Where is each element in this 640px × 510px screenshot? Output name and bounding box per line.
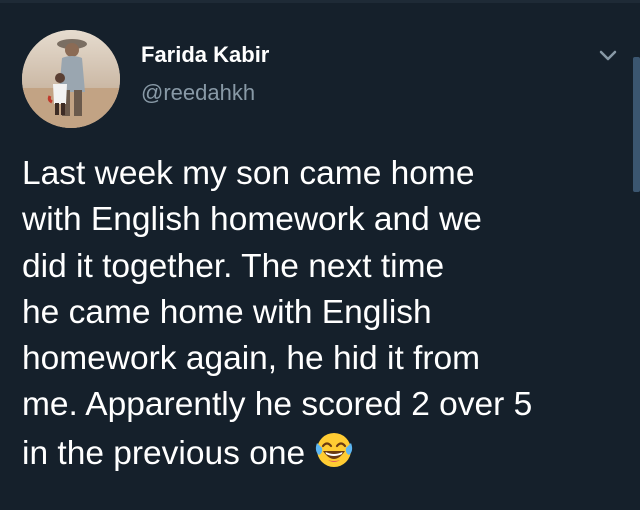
tweet-screen: Farida Kabir @reedahkh Last week my son … — [0, 0, 640, 510]
profile-photo-icon — [22, 30, 120, 128]
tweet-text-last-line: in the previous one — [22, 429, 622, 477]
tweet-text-line: Last week my son came home — [22, 155, 475, 192]
display-name[interactable]: Farida Kabir — [141, 41, 269, 69]
scrollbar-thumb[interactable] — [633, 57, 640, 192]
tears-of-joy-emoji-icon — [313, 429, 355, 471]
chevron-down-icon — [599, 50, 617, 61]
tweet-menu-button[interactable] — [597, 48, 619, 64]
tweet-text-line: me. Apparently he scored 2 over 5 — [22, 386, 533, 424]
tweet-text: Last week my son came home with English … — [22, 151, 622, 477]
tweet-text-line: did it together. The next time — [22, 247, 445, 285]
user-handle[interactable]: @reedahkh — [141, 79, 269, 107]
tweet-text-line: homework again, he hid it from — [22, 340, 481, 378]
tweet-text-line: in the previous one — [22, 434, 306, 472]
avatar[interactable] — [22, 30, 120, 128]
tweet-text-line: with English homework and we — [22, 201, 482, 239]
tweet-text-line: he came home with English — [22, 293, 432, 331]
tweet-card: Farida Kabir @reedahkh Last week my son … — [0, 0, 632, 510]
author-block: Farida Kabir @reedahkh — [141, 41, 269, 107]
